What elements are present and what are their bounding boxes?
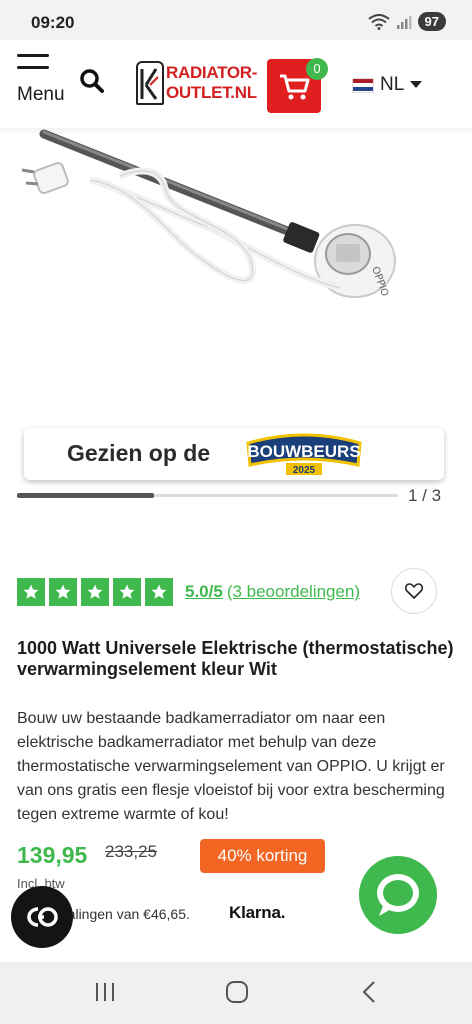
star-icon [145,578,173,606]
product-description: Bouw uw bestaande badkamerradiator om na… [17,710,445,823]
battery-indicator: 97 [417,12,446,31]
co-icon [27,907,58,927]
star-icon [17,578,45,606]
gallery-progress-fill [17,493,155,498]
search-icon[interactable] [79,68,105,94]
language-selector[interactable]: NL [352,74,423,96]
site-header: Menu RADIATOR- OUTLET.NL 0 NL [0,40,472,128]
recent-apps-icon[interactable] [94,981,116,1003]
bouwbeurs-logo-name: BOUWBEURS [247,442,360,461]
banner-text: Gezien op de [67,440,211,466]
star-icon [113,578,141,606]
site-logo[interactable]: RADIATOR- OUTLET.NL [136,60,260,106]
heart-icon [405,583,423,599]
bouwbeurs-logo: BOUWBEURS 2025 [246,433,362,476]
product-title: 1000 Watt Universele Elektrische (thermo… [17,638,454,679]
product-image[interactable]: OPPIO [0,128,472,418]
logo-line-1: RADIATOR- [166,63,258,82]
cart-count-badge: 0 [306,58,328,80]
rating-reviews-link[interactable]: (3 beoordelingen) [227,582,360,602]
klarna-logo: Klarna. [229,903,286,922]
wifi-icon [367,13,390,30]
system-nav-bar [0,962,472,1024]
hamburger-icon[interactable] [17,54,51,78]
rating-row[interactable]: 5.0/5 (3 beoordelingen) [17,578,360,606]
chat-button[interactable] [359,856,437,934]
signal-icon [396,15,412,29]
radiator-logo-icon [136,61,164,105]
star-icon [81,578,109,606]
gallery-progress [17,493,398,498]
star-icon [49,578,77,606]
logo-line-2: OUTLET.NL [166,83,257,102]
language-label: NL [380,74,405,95]
co-widget-button[interactable] [11,886,73,948]
rating-stars [17,578,177,606]
slide-counter: 1 / 3 [408,486,442,505]
logo-text: RADIATOR- OUTLET.NL [166,63,257,103]
discount-badge: 40% korting [200,839,325,873]
chat-icon [377,874,419,916]
status-icons: 97 [367,12,446,31]
chevron-down-icon [410,81,423,88]
bouwbeurs-logo-year: 2025 [293,465,316,476]
bouwbeurs-banner[interactable]: Gezien op de BOUWBEURS 2025 [24,428,444,480]
klarna-installments: etalingen van €46,65. [56,906,190,922]
status-time: 09:20 [31,13,75,32]
back-icon[interactable] [361,980,377,1004]
rating-score[interactable]: 5.0/5 [185,582,223,602]
home-icon[interactable] [225,980,249,1004]
current-price: 139,95 [17,842,88,868]
old-price: 233,25 [105,842,157,861]
wishlist-button[interactable] [391,568,437,614]
nl-flag-icon [352,77,374,93]
menu-label[interactable]: Menu [17,84,65,106]
status-bar: 09:20 97 [0,0,472,44]
